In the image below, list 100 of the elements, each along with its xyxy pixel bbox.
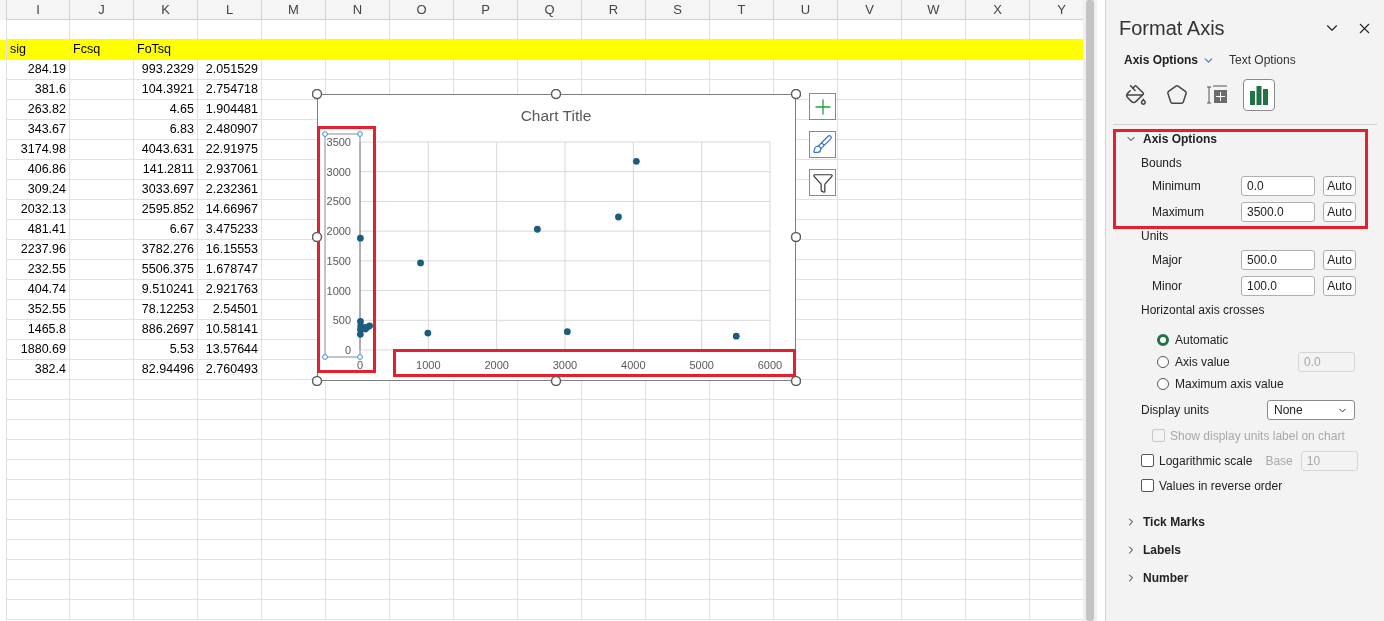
table-cell xyxy=(838,280,902,300)
section-header[interactable]: Axis Options xyxy=(1125,130,1217,148)
column-header[interactable]: P xyxy=(454,0,518,20)
axis-selection-frame[interactable] xyxy=(322,131,363,360)
column-header[interactable]: T xyxy=(710,0,774,20)
table-cell xyxy=(582,420,646,440)
table-cell xyxy=(582,480,646,500)
column-header[interactable]: W xyxy=(902,0,966,20)
x-axis-label: 4000 xyxy=(621,359,646,371)
column-header[interactable]: L xyxy=(198,0,262,20)
radio-label: Maximum axis value xyxy=(1175,376,1284,393)
number-field[interactable]: 100.0 xyxy=(1241,276,1315,296)
data-point[interactable] xyxy=(357,318,364,325)
table-cell xyxy=(838,500,902,520)
table-cell xyxy=(902,260,966,280)
table-cell xyxy=(966,360,1030,380)
data-point[interactable] xyxy=(632,157,640,165)
table-cell xyxy=(262,500,326,520)
chart-area[interactable]: Chart Title 0 500 1000 1500 2000 2500 3000 3500 0 1000 2000 3000 4000 5000 6000 xyxy=(317,94,796,381)
table-cell xyxy=(902,360,966,380)
column-header[interactable]: O xyxy=(390,0,454,20)
data-point[interactable] xyxy=(363,323,371,331)
pentagon-icon xyxy=(1166,84,1188,106)
table-cell xyxy=(838,380,902,400)
data-point[interactable] xyxy=(356,330,364,338)
column-header[interactable]: M xyxy=(262,0,326,20)
checkbox-label: Values in reverse order xyxy=(1159,477,1283,495)
table-cell xyxy=(902,600,966,620)
vertical-scrollbar[interactable] xyxy=(1083,0,1097,621)
auto-button[interactable]: Auto xyxy=(1323,250,1356,270)
auto-button[interactable]: Auto xyxy=(1323,202,1356,222)
table-cell: 82.94496 xyxy=(134,360,198,380)
data-point[interactable] xyxy=(357,234,364,242)
table-cell xyxy=(198,500,262,520)
field-label: Minor xyxy=(1152,278,1183,295)
auto-button[interactable]: Auto xyxy=(1323,276,1356,296)
chart-title: Chart Title xyxy=(520,107,592,124)
column-header[interactable]: V xyxy=(838,0,902,20)
table-cell xyxy=(6,600,70,620)
table-cell xyxy=(262,600,326,620)
radio-button[interactable] xyxy=(1157,356,1169,368)
table-cell xyxy=(966,500,1030,520)
table-cell xyxy=(966,100,1030,120)
data-point[interactable] xyxy=(534,225,541,233)
column-header[interactable]: S xyxy=(646,0,710,20)
chart-filters-button[interactable] xyxy=(809,169,836,196)
section-header[interactable]: Labels xyxy=(1125,541,1181,559)
column-header[interactable]: Q xyxy=(518,0,582,20)
section-header[interactable]: Number xyxy=(1125,569,1189,587)
table-cell xyxy=(70,160,134,180)
column-header[interactable]: J xyxy=(70,0,134,20)
data-point[interactable] xyxy=(563,328,571,336)
table-cell xyxy=(6,540,70,560)
checkbox[interactable] xyxy=(1141,454,1154,467)
table-cell xyxy=(70,120,134,140)
table-cell: 3.475233 xyxy=(198,220,262,240)
column-header[interactable]: R xyxy=(582,0,646,20)
data-point[interactable] xyxy=(424,329,432,337)
table-cell xyxy=(518,400,582,420)
radio-button[interactable] xyxy=(1157,378,1169,390)
number-field[interactable]: 500.0 xyxy=(1241,250,1315,270)
table-cell xyxy=(902,160,966,180)
table-cell xyxy=(6,500,70,520)
table-cell xyxy=(70,80,134,100)
table-cell xyxy=(966,340,1030,360)
column-header[interactable]: X xyxy=(966,0,1030,20)
table-cell xyxy=(838,100,902,120)
pane-tab[interactable]: Text Options xyxy=(1229,51,1296,69)
radio-button[interactable] xyxy=(1157,334,1169,346)
table-cell xyxy=(582,400,646,420)
table-cell xyxy=(966,140,1030,160)
x-axis-label: 3000 xyxy=(552,359,578,371)
add-chart-element-button[interactable] xyxy=(809,93,836,120)
column-header[interactable]: I xyxy=(6,0,70,20)
table-cell xyxy=(326,540,390,560)
data-point[interactable] xyxy=(417,259,424,267)
column-header[interactable]: N xyxy=(326,0,390,20)
number-field[interactable]: 0.0 xyxy=(1241,176,1315,196)
column-header[interactable]: K xyxy=(134,0,198,20)
column-header[interactable]: U xyxy=(774,0,838,20)
table-cell xyxy=(70,440,134,460)
data-point[interactable] xyxy=(732,332,740,340)
data-point[interactable] xyxy=(615,213,622,221)
table-cell xyxy=(518,40,582,60)
table-cell xyxy=(326,600,390,620)
format-category-tab[interactable] xyxy=(1243,79,1275,111)
table-cell xyxy=(454,400,518,420)
table-cell: 1465.8 xyxy=(6,320,70,340)
auto-button[interactable]: Auto xyxy=(1323,176,1356,196)
number-field[interactable]: 3500.0 xyxy=(1241,202,1315,222)
table-cell xyxy=(518,580,582,600)
pane-tab[interactable]: Axis Options xyxy=(1124,51,1215,69)
table-cell: 1.904481 xyxy=(198,100,262,120)
table-cell: 343.67 xyxy=(6,120,70,140)
section-header[interactable]: Tick Marks xyxy=(1125,513,1205,531)
checkbox[interactable] xyxy=(1141,479,1154,492)
table-cell xyxy=(966,300,1030,320)
display-units-dropdown[interactable]: None xyxy=(1267,400,1355,420)
chart-styles-button[interactable] xyxy=(809,131,836,158)
table-cell xyxy=(646,580,710,600)
